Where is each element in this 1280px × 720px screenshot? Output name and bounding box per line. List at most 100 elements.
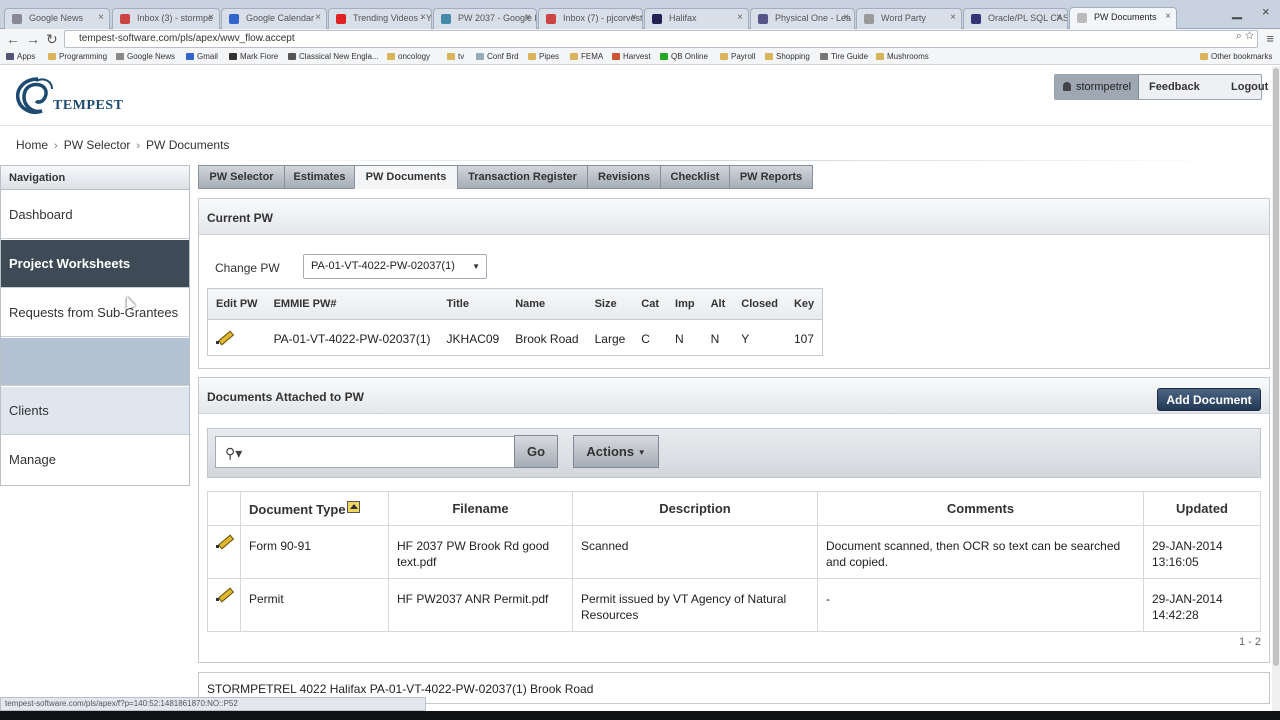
breadcrumb-current: PW Documents	[146, 138, 230, 152]
browser-tab[interactable]: Physical One - Lea ×	[750, 8, 855, 29]
bookmark-item[interactable]: Programming	[48, 52, 107, 61]
bookmark-item[interactable]: Shopping	[765, 52, 810, 61]
table-cell: Y	[741, 331, 750, 346]
bookmark-item[interactable]: Harvest	[612, 52, 651, 61]
nav-item-dashboard[interactable]: Dashboard	[1, 191, 189, 239]
close-icon[interactable]: ×	[525, 12, 531, 23]
current-pw-table: Edit PW EMMIE PW# Title Name Size Cat Im…	[207, 288, 824, 356]
bookmark-item[interactable]: Gmail	[186, 52, 218, 61]
news-icon	[12, 14, 22, 24]
column-header[interactable]: Filename	[388, 491, 573, 526]
close-icon[interactable]: ×	[208, 12, 214, 23]
tab-pw-reports[interactable]: PW Reports	[729, 165, 813, 189]
breadcrumb-pw-selector[interactable]: PW Selector	[64, 138, 131, 152]
url-input[interactable]: tempest-software.com/pls/apex/wwv_flow.a…	[64, 30, 1258, 48]
close-icon[interactable]: ×	[420, 12, 426, 23]
edit-pencil-icon[interactable]	[216, 534, 232, 548]
close-icon[interactable]: ×	[950, 12, 956, 23]
folder-icon	[447, 53, 455, 60]
go-button[interactable]: Go	[514, 435, 558, 468]
close-icon[interactable]: ×	[631, 12, 637, 23]
column-header[interactable]: Updated	[1143, 491, 1261, 526]
bookmark-item[interactable]: FEMA	[570, 52, 603, 61]
close-icon[interactable]: ×	[1165, 11, 1171, 22]
nav-item-blank[interactable]	[1, 338, 189, 386]
bookmark-item[interactable]: Apps	[6, 52, 35, 61]
browser-tab[interactable]: PW 2037 - Google D ×	[433, 8, 537, 29]
nav-item-project-worksheets[interactable]: Project Worksheets	[1, 240, 189, 288]
close-icon[interactable]: ×	[1056, 12, 1062, 23]
report-search-bar: ⚲▾ Go Actions ▼	[207, 428, 1261, 478]
bookmark-item[interactable]: Mark Fiore	[229, 52, 278, 61]
browser-tab[interactable]: Google Calendar ×	[221, 8, 327, 29]
folder-icon	[528, 53, 536, 60]
column-header: Key	[785, 288, 823, 320]
column-header-document-type[interactable]: Document Type	[240, 491, 389, 526]
close-icon[interactable]: ×	[843, 12, 849, 23]
window-close-icon[interactable]: ×	[1262, 4, 1270, 19]
page-icon	[229, 53, 237, 60]
bookmark-item[interactable]: Mushrooms	[876, 52, 929, 61]
search-icon[interactable]: ⌕ ☆	[1236, 30, 1254, 43]
edit-pencil-icon[interactable]	[216, 330, 232, 344]
column-header[interactable]: Comments	[817, 491, 1144, 526]
column-header[interactable]: Description	[572, 491, 818, 526]
bookmark-item[interactable]: oncology	[387, 52, 430, 61]
table-cell: N	[710, 331, 720, 346]
browser-tab[interactable]: Halifax ×	[644, 8, 749, 29]
nav-item-requests[interactable]: Requests from Sub-Grantees	[1, 289, 189, 337]
bookmark-item[interactable]: Pipes	[528, 52, 559, 61]
news-icon	[116, 53, 124, 60]
page-icon	[1077, 13, 1087, 23]
bookmarks-bar: Apps Programming Google News Gmail Mark …	[0, 49, 1280, 65]
scrollbar-thumb[interactable]	[1273, 68, 1279, 666]
edit-pencil-icon[interactable]	[216, 587, 232, 601]
actions-menu-button[interactable]: Actions ▼	[573, 435, 659, 468]
column-header: Name	[507, 288, 587, 320]
browser-tab[interactable]: Oracle/PL SQL CAST ×	[963, 8, 1068, 29]
tab-pw-documents[interactable]: PW Documents	[354, 165, 458, 189]
bookmark-item[interactable]: QB Online	[660, 52, 708, 61]
user-menu[interactable]: stormpetrel	[1055, 75, 1139, 99]
bookmark-item[interactable]: Conf Brd	[476, 52, 519, 61]
browser-tab[interactable]: Google News ×	[4, 8, 110, 29]
browser-tab-active[interactable]: PW Documents ×	[1069, 7, 1177, 29]
close-icon[interactable]: ×	[98, 12, 104, 23]
page-icon	[612, 53, 620, 60]
breadcrumb-home[interactable]: Home	[16, 138, 48, 152]
back-icon[interactable]: ←	[6, 30, 20, 48]
tab-revisions[interactable]: Revisions	[587, 165, 661, 189]
minimize-icon[interactable]: ▁	[1232, 4, 1242, 20]
menu-icon[interactable]: ≡	[1266, 31, 1274, 46]
bookmark-item[interactable]: Tire Guide	[820, 52, 868, 61]
tempest-logo[interactable]: TEMPEST	[15, 75, 123, 117]
browser-tab[interactable]: Inbox (7) - pjcorvest ×	[538, 8, 643, 29]
browser-tab[interactable]: Word Party ×	[856, 8, 962, 29]
tab-pw-selector[interactable]: PW Selector	[198, 165, 285, 189]
bookmark-item[interactable]: Google News	[116, 52, 175, 61]
add-document-button[interactable]: Add Document	[1157, 388, 1261, 411]
tab-checklist[interactable]: Checklist	[660, 165, 730, 189]
browser-tab[interactable]: Trending Videos - Yo ×	[328, 8, 432, 29]
nav-item-clients[interactable]: Clients	[1, 387, 189, 435]
reload-icon[interactable]: ↻	[46, 30, 58, 48]
close-icon[interactable]: ×	[315, 12, 321, 23]
tab-transaction-register[interactable]: Transaction Register	[457, 165, 588, 189]
search-icon[interactable]: ⚲▾	[225, 445, 242, 462]
sort-ascending-icon[interactable]	[346, 500, 360, 513]
bookmark-item[interactable]: Other bookmarks	[1200, 52, 1272, 61]
logout-link[interactable]: Logout	[1231, 81, 1268, 93]
table-cell: HF PW2037 ANR Permit.pdf	[388, 578, 573, 632]
close-icon[interactable]: ×	[737, 12, 743, 23]
tab-estimates[interactable]: Estimates	[284, 165, 355, 189]
search-input[interactable]: ⚲▾	[215, 436, 515, 468]
bookmark-item[interactable]: Classical New Engla...	[288, 52, 379, 61]
table-cell: PA-01-VT-4022-PW-02037(1)	[273, 331, 431, 346]
bookmark-item[interactable]: Payroll	[720, 52, 755, 61]
browser-tab[interactable]: Inbox (3) - stormpe ×	[112, 8, 220, 29]
bookmark-item[interactable]: tv	[447, 52, 464, 61]
nav-item-manage[interactable]: Manage	[1, 436, 189, 484]
forward-icon[interactable]: →	[26, 30, 40, 48]
change-pw-select[interactable]: PA-01-VT-4022-PW-02037(1) ▼	[303, 254, 487, 279]
feedback-link[interactable]: Feedback	[1149, 81, 1200, 93]
